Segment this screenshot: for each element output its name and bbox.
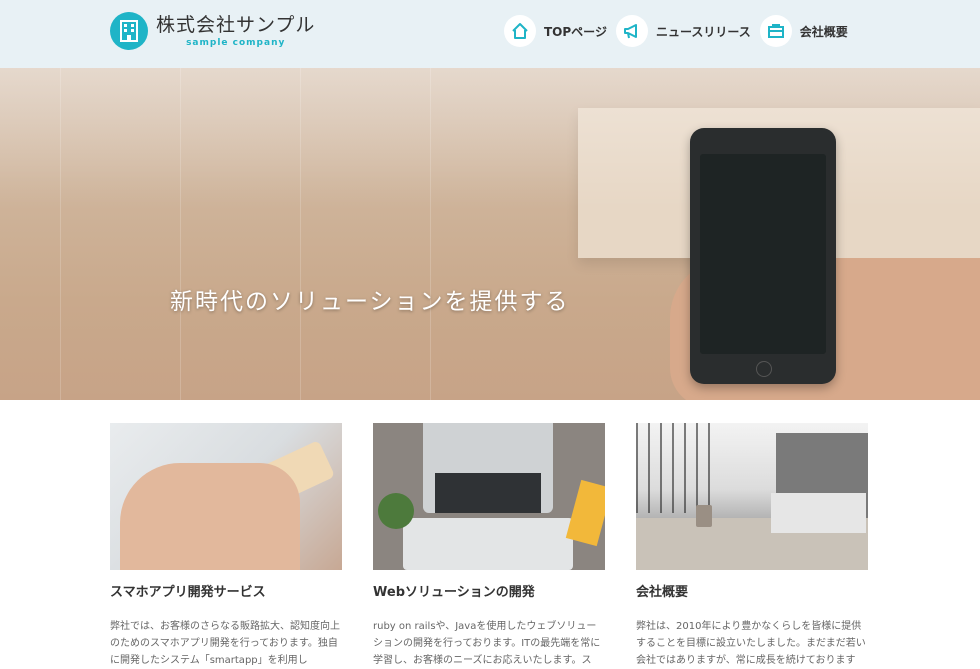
card-title: Webソリューションの開発	[373, 585, 535, 600]
briefcase-icon	[759, 15, 792, 47]
company-name: 株式会社サンプル	[156, 14, 316, 36]
card-text: ruby on railsや、Javaを使用したウェブソリューションの開発を行っ…	[373, 621, 601, 666]
mug	[696, 505, 712, 527]
card-image-smartphone	[110, 423, 342, 570]
laptop-screen	[403, 518, 573, 570]
service-card[interactable]: 会社概要 弊社は、2010年により豊かなくらしを皆様に提供することを目標に設立い…	[636, 423, 868, 669]
nav-item-company[interactable]: 会社概要	[759, 15, 848, 47]
service-card[interactable]: Webソリューションの開発 ruby on railsや、Javaを使用したウェ…	[373, 423, 605, 669]
card-text: 弊社は、2010年により豊かなくらしを皆様に提供することを目標に設立いたしました…	[636, 621, 866, 666]
nav-label: TOPページ	[544, 24, 607, 39]
yellow-book	[565, 479, 605, 547]
site-header: 株式会社サンプル sample company TOPページ ニュースリリース …	[0, 0, 980, 68]
nav-item-top[interactable]: TOPページ	[504, 15, 607, 47]
card-image-laptop	[373, 423, 605, 570]
card-title: スマホアプリ開発サービス	[110, 585, 266, 600]
building-icon	[110, 12, 148, 50]
hero-banner: 新時代のソリューションを提供する	[0, 68, 980, 400]
plant	[378, 493, 414, 529]
hero-title: 新時代のソリューションを提供する	[170, 289, 570, 315]
smartphone-image	[690, 128, 836, 384]
card-title: 会社概要	[636, 585, 689, 600]
card-image-office	[636, 423, 868, 570]
home-icon	[504, 15, 536, 47]
card-text: 弊社では、お客様のさらなる販路拡大、認知度向上のためのスマホアプリ開発を行ってお…	[110, 621, 340, 666]
company-subtitle: sample company	[186, 38, 286, 48]
main-nav: TOPページ ニュースリリース 会社概要	[504, 15, 857, 47]
keys-area	[435, 473, 541, 513]
phone-home-button	[756, 361, 772, 377]
nav-label: 会社概要	[799, 24, 848, 39]
nav-item-news[interactable]: ニュースリリース	[615, 15, 751, 47]
site-logo[interactable]: 株式会社サンプル sample company	[110, 12, 315, 50]
phone-screen	[700, 154, 826, 354]
monitor	[771, 493, 866, 533]
window-frame	[636, 423, 716, 513]
megaphone-icon	[615, 15, 648, 47]
nav-label: ニュースリリース	[655, 24, 751, 39]
hands-shape	[120, 463, 300, 570]
service-card[interactable]: スマホアプリ開発サービス 弊社では、お客様のさらなる販路拡大、認知度向上のための…	[110, 423, 342, 669]
